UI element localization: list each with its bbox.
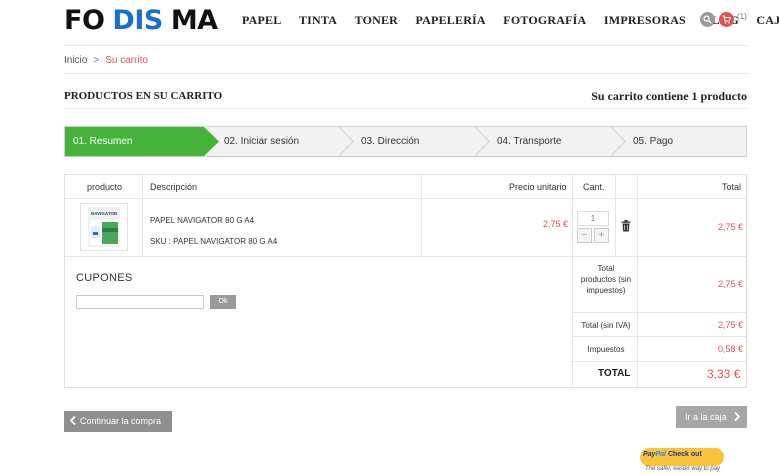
cart-summary: Su carrito contiene 1 producto	[591, 89, 747, 103]
search-icon	[703, 15, 712, 24]
step-address-label: 03. Dirección	[361, 136, 420, 147]
product-sku: SKU : PAPEL NAVIGATOR 80 G A4	[150, 237, 278, 246]
paypal-action: Check out	[667, 451, 702, 458]
quantity-increase-button[interactable]: +	[594, 228, 609, 243]
col-rule	[421, 175, 422, 256]
cart-icon	[722, 15, 731, 24]
total-products-value: 2,75 €	[718, 279, 744, 289]
paypal-brand-a: Pay	[643, 451, 656, 458]
step-summary-label: 01. Resumen	[73, 136, 133, 147]
grand-total-value: 3,33 €	[707, 367, 741, 381]
breadcrumb-current: Su carrito	[105, 55, 148, 66]
taxes-label: Impuestos	[587, 345, 625, 354]
col-rule	[615, 175, 616, 256]
totals-rule	[572, 361, 746, 362]
product-image[interactable]: NAVIGATOR	[80, 203, 128, 251]
col-rule	[142, 175, 143, 256]
step-address[interactable]: 03. Dirección	[361, 127, 419, 156]
cart-count: (1)	[737, 12, 747, 21]
quantity-input[interactable]: 1	[577, 211, 609, 226]
coupons-title: CUPONES	[76, 272, 133, 284]
search-button[interactable]	[700, 12, 715, 27]
total-no-vat-label: Total (sin IVA)	[581, 321, 631, 330]
nav-papel[interactable]: PAPEL	[242, 13, 281, 28]
logo-part-2: DIS	[112, 5, 163, 36]
step-divider	[339, 127, 354, 156]
step-divider	[475, 127, 490, 156]
checkout-steps: 01. Resumen 02. Iniciar sesión 03. Direc…	[64, 126, 747, 157]
col-rule	[637, 175, 638, 387]
step-payment-label: 05. Pago	[633, 136, 674, 147]
site-logo[interactable]: FO DIS MA	[64, 4, 226, 38]
chevron-right-icon	[734, 411, 741, 422]
product-total: 2,75 €	[718, 222, 744, 232]
totals-rule	[572, 312, 746, 313]
chevron-left-icon	[69, 415, 76, 426]
quantity-decrease-button[interactable]: −	[577, 228, 592, 243]
product-name[interactable]: PAPEL NAVIGATOR 80 G A4	[150, 216, 254, 225]
checkout-label: Ir a la caja	[685, 412, 727, 422]
logo-part-3: MA	[170, 5, 218, 36]
col-header-total: Total	[722, 182, 742, 192]
nav-tinta[interactable]: TINTA	[299, 13, 337, 28]
paypal-brand-b: Pal	[655, 451, 666, 458]
breadcrumb: Inicio > Su carrito	[64, 55, 148, 66]
step-login[interactable]: 02. Iniciar sesión	[224, 127, 299, 156]
step-shipping-label: 04. Transporte	[497, 136, 562, 147]
logo-part-1: FO	[64, 5, 105, 36]
taxes-value: 0,58 €	[718, 344, 744, 354]
nav-papeleria[interactable]: PAPELERÍA	[416, 13, 486, 28]
title-divider	[64, 108, 747, 109]
main-nav: PAPEL TINTA TONER PAPELERÍA FOTOGRAFÍA I…	[242, 13, 779, 28]
header-divider	[64, 45, 747, 46]
breadcrumb-home[interactable]: Inicio	[64, 55, 87, 66]
col-header-qty: Cant.	[583, 182, 605, 192]
step-arrow	[204, 127, 219, 156]
step-payment[interactable]: 05. Pago	[633, 127, 673, 156]
table-header-rule	[65, 198, 746, 199]
coupon-input[interactable]	[76, 295, 204, 309]
cart-button[interactable]	[719, 12, 734, 27]
total-no-vat-value: 2,75 €	[718, 320, 744, 330]
product-image-brand: NAVIGATOR	[91, 211, 118, 216]
grand-total-label: TOTAL	[598, 368, 631, 379]
col-rule	[572, 175, 573, 387]
nav-impresoras[interactable]: IMPRESORAS	[604, 13, 686, 28]
col-header-description: Descripción	[150, 182, 198, 192]
step-login-label: 02. Iniciar sesión	[224, 136, 300, 147]
trash-icon[interactable]	[621, 220, 631, 232]
col-header-unit-price: Precio unitario	[509, 182, 567, 192]
nav-fotografia[interactable]: FOTOGRAFÍA	[503, 13, 586, 28]
checkout-button[interactable]: Ir a la caja	[676, 406, 747, 428]
breadcrumb-separator: >	[93, 55, 100, 66]
breadcrumb-divider	[64, 73, 747, 74]
nav-toner[interactable]: TONER	[355, 13, 398, 28]
step-shipping[interactable]: 04. Transporte	[497, 127, 561, 156]
nav-cajas[interactable]: CAJAS	[756, 13, 779, 28]
totals-rule	[572, 336, 746, 337]
step-divider	[611, 127, 626, 156]
product-unit-price: 2,75 €	[543, 219, 569, 229]
col-header-product: producto	[87, 182, 123, 192]
step-summary[interactable]: 01. Resumen	[65, 127, 204, 156]
paypal-tagline: The safer, easier way to pay	[645, 466, 721, 472]
page-title: PRODUCTOS EN SU CARRITO	[64, 90, 223, 102]
continue-shopping-button[interactable]: Continuar la compra	[64, 411, 172, 432]
continue-shopping-label: Continuar la compra	[80, 416, 162, 426]
cart-table: producto Descripción Precio unitario Can…	[64, 174, 747, 388]
total-products-label: Total productos (sin impuestos)	[580, 264, 632, 295]
coupon-ok-button[interactable]: Ok	[210, 295, 236, 309]
table-row-rule	[65, 256, 746, 257]
paypal-checkout-label: PayPal Check out	[643, 451, 702, 458]
